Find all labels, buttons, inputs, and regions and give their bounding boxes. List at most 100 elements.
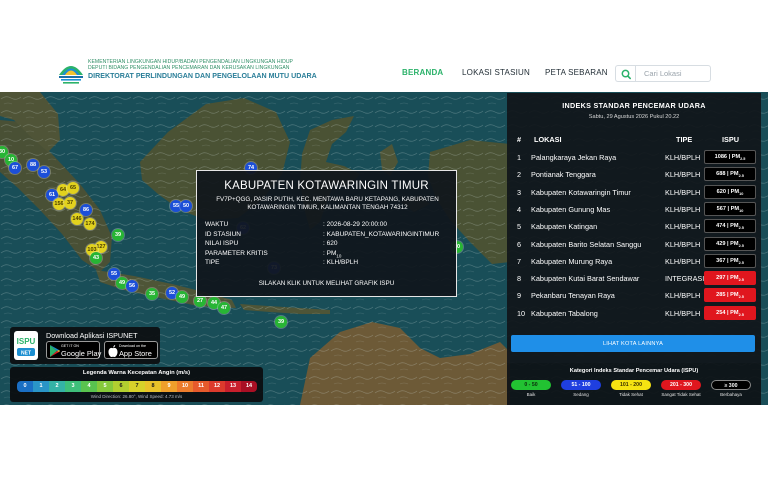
- station-marker[interactable]: 37: [64, 197, 76, 209]
- ispu-category-pill: 51 - 100: [561, 380, 601, 390]
- google-play-label: Google Play: [61, 349, 102, 358]
- ranking-location: Pekanbaru Tenayan Raya: [531, 291, 615, 301]
- ispu-category-pill: 101 - 200: [611, 380, 651, 390]
- wind-scale-step: 2: [49, 381, 65, 392]
- ranking-row[interactable]: 7 Kabupaten Murung Raya KLH/BPLH 367 | PM2.…: [507, 253, 761, 270]
- wind-scale-step: 0: [17, 381, 33, 392]
- app-root: KEMENTERIAN LINGKUNGAN HIDUP/BADAN PENGE…: [0, 0, 768, 480]
- ispu-value-text: 474 | PM: [716, 223, 739, 230]
- ispu-value-badge: 1086 | PM2.5: [704, 150, 756, 164]
- station-marker[interactable]: 39: [275, 316, 287, 328]
- station-marker[interactable]: 39: [112, 229, 124, 241]
- ranking-row[interactable]: 6 Kabupaten Barito Selatan Sanggu KLH/BPLH…: [507, 236, 761, 253]
- station-marker[interactable]: 56: [126, 280, 138, 292]
- ministry-logo-icon[interactable]: [57, 60, 85, 86]
- ranking-header-tipe: TIPE: [676, 135, 693, 144]
- ispu-value-text: 285 | PM: [716, 292, 739, 299]
- ranking-panel: INDEKS STANDAR PENCEMAR UDARA Sabtu, 29 …: [507, 93, 761, 363]
- ispu-value-sub: 10: [739, 191, 744, 196]
- station-marker[interactable]: 53: [38, 166, 50, 178]
- popup-title: KABUPATEN KOTAWARINGIN TIMUR: [224, 180, 429, 192]
- popup-field-tipe: TIPE : KLH/BPLH: [205, 259, 445, 269]
- ispunet-logo-icon: ISPU NET: [17, 337, 36, 357]
- ispu-legend-title: Kategori Indeks Standar Pencemar Udara (…: [569, 368, 699, 374]
- ispu-value-badge: 254 | PM2.5: [704, 305, 756, 320]
- ranking-row[interactable]: 5 Kabupaten Katingan KLH/BPLH 474 | PM2.5: [507, 218, 761, 235]
- station-marker[interactable]: 88: [27, 159, 39, 171]
- station-marker[interactable]: 50: [180, 200, 192, 212]
- ispu-value-text: 254 | PM: [716, 309, 739, 316]
- station-marker[interactable]: 174: [84, 218, 96, 230]
- ispu-category-pill: 201 - 300: [661, 380, 701, 390]
- app-store-button[interactable]: Download on the App Store: [104, 341, 158, 359]
- popup-field-parameter-kritis: PARAMETER KRITIS : PM10: [205, 250, 445, 260]
- ranking-row[interactable]: 9 Pekanbaru Tenayan Raya KLH/BPLH 285 | PM2…: [507, 287, 761, 304]
- ranking-location: Kabupaten Katingan: [531, 222, 598, 232]
- ispu-value-badge: 429 | PM2.5: [704, 236, 756, 251]
- ranking-row[interactable]: 8 Kabupaten Kutai Barat Sendawar INTEGRASI…: [507, 270, 761, 287]
- ispunet-app-logo[interactable]: ISPU NET: [14, 331, 38, 360]
- station-marker[interactable]: 86: [80, 204, 92, 216]
- popup-field-value: : KABUPATEN_KOTAWARINGINTIMUR: [323, 230, 440, 238]
- ranking-row[interactable]: 1 Palangkaraya Jekan Raya KLH/BPLH 1086 | P…: [507, 149, 761, 166]
- station-marker[interactable]: 67: [9, 162, 21, 174]
- ranking-type: KLH/BPLH: [665, 222, 701, 232]
- ranking-type: KLH/BPLH: [665, 153, 701, 162]
- popup-field-value: : 2026-08-29 20:00:00: [323, 221, 387, 228]
- ranking-rank: 4: [517, 204, 522, 214]
- ispu-category-label: Sedang: [573, 392, 589, 397]
- ispu-value-badge: 297 | PM2.5: [704, 271, 756, 286]
- ispu-value-sub: 2.5: [738, 226, 744, 231]
- popup-field-key: TIPE: [205, 259, 220, 267]
- ranking-row[interactable]: 2 Pontianak Tenggara KLH/BPLH 688 | PM2.5: [507, 166, 761, 183]
- popup-field-value: : 620: [323, 240, 338, 248]
- station-marker[interactable]: 47: [218, 302, 230, 314]
- logo-text: ISPU: [17, 337, 36, 346]
- ispu-value-sub: 10: [739, 209, 744, 213]
- wind-scale-step: 5: [97, 381, 113, 392]
- nav-beranda[interactable]: BERANDA: [402, 68, 443, 77]
- nav-peta-sebaran[interactable]: PETA SEBARAN: [545, 68, 608, 77]
- ispu-value-badge: 474 | PM2.5: [704, 219, 756, 234]
- station-marker[interactable]: 49: [176, 291, 188, 303]
- ranking-type: KLH/BPLH: [665, 239, 701, 249]
- ispu-value-sub: 2.5: [738, 295, 744, 300]
- search-button[interactable]: [615, 65, 635, 82]
- station-marker[interactable]: 35: [146, 288, 158, 300]
- popup-chart-link[interactable]: SILAKAN KLIK UNTUK MELIHAT GRAFIK ISPU: [197, 280, 456, 287]
- ranking-row[interactable]: 4 Kabupaten Gunung Mas KLH/BPLH 567 | PM10: [507, 201, 761, 218]
- ranking-location: Kabupaten Murung Raya: [531, 256, 613, 266]
- ranking-row[interactable]: 3 Kabupaten Kotawaringin Timur KLH/BPLH 620…: [507, 184, 761, 201]
- wind-scale-step: 1: [33, 381, 49, 392]
- popup-param-sub: 10: [336, 253, 342, 259]
- popup-field-key: WAKTU: [205, 221, 229, 228]
- search-input[interactable]: [635, 65, 711, 82]
- ispu-value-sub: 2.5: [740, 157, 746, 162]
- ispu-category-pill: 0 - 50: [511, 380, 551, 390]
- popup-field-nilai-ispu: NILAI ISPU : 620: [205, 240, 445, 250]
- ranking-rank: 9: [517, 291, 522, 301]
- popup-field-waktu: WAKTU : 2026-08-29 20:00:00: [205, 221, 445, 231]
- station-marker[interactable]: 146: [71, 213, 83, 225]
- ispu-value-sub: 2.5: [738, 312, 744, 317]
- station-marker[interactable]: 65: [67, 182, 79, 194]
- ranking-row[interactable]: 10 Kabupaten Tabalong KLH/BPLH 254 | PM2.5: [507, 305, 761, 322]
- download-app-box: ISPU NET Download Aplikasi ISPUNET GET I…: [10, 327, 160, 364]
- ranking-type: KLH/BPLH: [665, 308, 701, 318]
- popup-field-key: ID STASIUN: [205, 230, 241, 238]
- nav-lokasi-stasiun[interactable]: LOKASI STASIUN: [462, 68, 530, 77]
- ranking-rank: 10: [517, 308, 526, 318]
- popup-field-key: PARAMETER KRITIS: [205, 249, 268, 257]
- org-title-block[interactable]: KEMENTERIAN LINGKUNGAN HIDUP/BADAN PENGE…: [88, 59, 317, 80]
- ispu-value-sub: 2.5: [738, 174, 744, 179]
- ranking-location: Kabupaten Tabalong: [531, 308, 598, 318]
- station-popup[interactable]: KABUPATEN KOTAWARINGIN TIMUR FV7P+QGG, P…: [196, 170, 457, 297]
- ispu-value-text: 297 | PM: [716, 275, 739, 282]
- google-play-button[interactable]: GET IT ON Google Play: [46, 341, 102, 359]
- google-play-small-text: GET IT ON: [61, 344, 79, 348]
- more-cities-button[interactable]: LIHAT KOTA LAINNYA: [511, 335, 755, 352]
- ispu-category-label: Tidak Sehat: [619, 392, 643, 397]
- ranking-location: Kabupaten Gunung Mas: [531, 204, 611, 214]
- ispu-value-badge: 620 | PM10: [704, 184, 756, 199]
- station-marker[interactable]: 43: [90, 252, 102, 264]
